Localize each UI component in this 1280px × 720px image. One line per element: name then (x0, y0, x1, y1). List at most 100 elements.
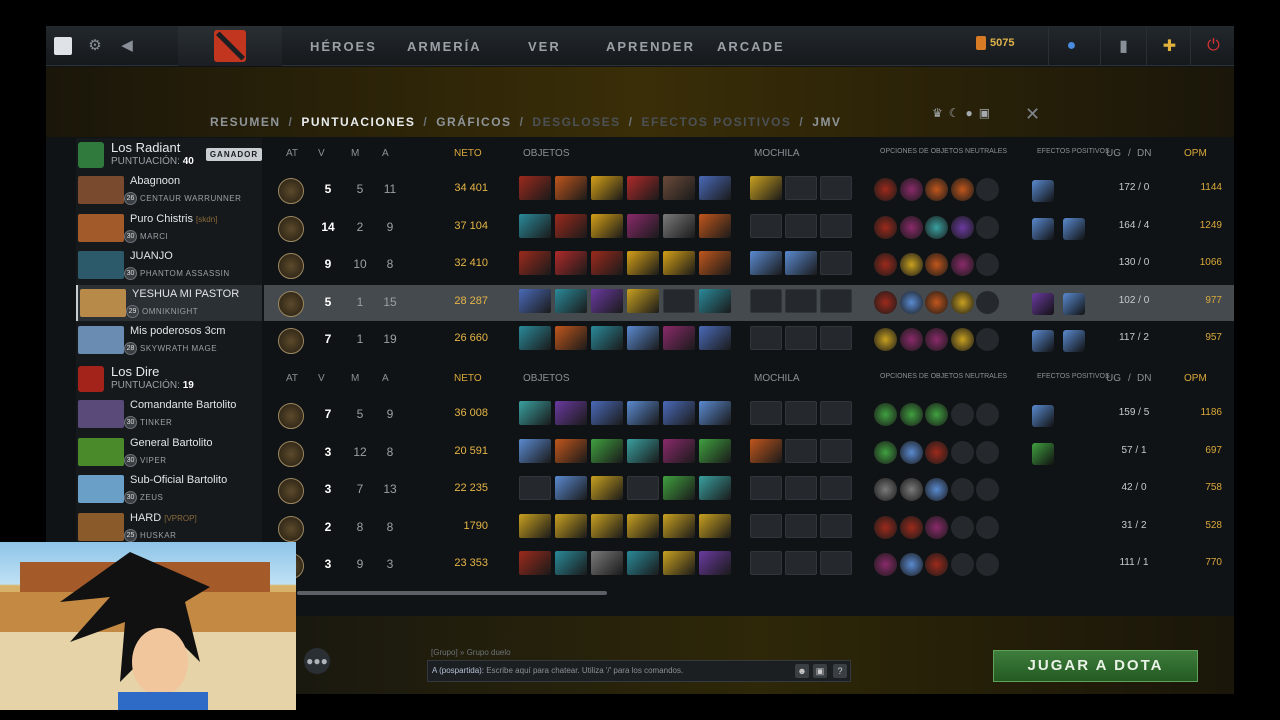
item-slot[interactable] (591, 251, 623, 275)
item-slot[interactable] (663, 551, 695, 575)
neutral-item-option[interactable] (976, 553, 999, 576)
neutral-item-option[interactable] (899, 215, 923, 239)
buff-icon[interactable] (1032, 180, 1054, 202)
backpack-slot[interactable] (750, 438, 782, 463)
backpack-slot[interactable] (785, 551, 817, 575)
backpack-slot[interactable] (750, 213, 782, 238)
neutral-item-option[interactable] (950, 515, 974, 539)
neutral-item-option[interactable] (976, 178, 999, 201)
table-row[interactable]: 2 8 8 1790 31 / 2 528 (264, 510, 1234, 546)
chat-bubble-icon[interactable]: ● (1048, 26, 1094, 66)
neutral-item-option[interactable] (874, 290, 897, 314)
neutral-item-option[interactable] (874, 178, 897, 201)
backpack-slot[interactable] (820, 438, 852, 463)
backpack-slot[interactable] (785, 213, 817, 238)
neutral-item-option[interactable] (976, 440, 999, 464)
party-icon[interactable]: ●●● (304, 648, 330, 674)
tab-graficos[interactable]: GRÁFICOS (436, 115, 511, 129)
backpack-slot[interactable] (785, 438, 817, 463)
item-slot[interactable] (627, 551, 659, 575)
backpack-slot[interactable] (785, 401, 817, 425)
item-slot[interactable] (699, 326, 731, 350)
neutral-item-option[interactable] (950, 478, 974, 501)
neutral-item-option[interactable] (899, 328, 923, 351)
item-slot[interactable] (699, 476, 731, 500)
neutral-item-option[interactable] (976, 515, 999, 539)
item-slot[interactable] (591, 551, 623, 575)
table-row[interactable]: 5 1 15 28 287 102 / 0 977 (264, 284, 1234, 321)
backpack-slot[interactable] (750, 288, 782, 313)
neutral-item-option[interactable] (950, 215, 974, 239)
backpack-slot[interactable] (820, 551, 852, 575)
item-slot[interactable] (591, 401, 623, 425)
tab-resumen[interactable]: RESUMEN (210, 115, 281, 129)
backpack-slot[interactable] (785, 476, 817, 500)
item-slot[interactable] (663, 176, 695, 200)
sidebar-player[interactable]: Sub-Oficial Bartolito 30 ZEUS (76, 471, 262, 507)
neutral-item-option[interactable] (899, 553, 923, 576)
nav-learn[interactable]: APRENDER (606, 26, 695, 66)
item-slot[interactable] (699, 213, 731, 238)
neutral-item-option[interactable] (950, 553, 974, 576)
item-slot[interactable] (555, 438, 587, 463)
item-slot[interactable] (663, 213, 695, 238)
sidebar-player[interactable]: Mis poderosos 3cm 28 SKYWRATH MAGE (76, 322, 262, 358)
sidebar-player[interactable]: Puro Chistris [skdn] 30 MARCI (76, 210, 262, 246)
item-slot[interactable] (519, 251, 551, 275)
neutral-item-option[interactable] (925, 290, 948, 314)
item-slot[interactable] (699, 438, 731, 463)
neutral-item-option[interactable] (950, 178, 974, 201)
item-slot[interactable] (627, 213, 659, 238)
item-slot[interactable] (699, 513, 731, 538)
sidebar-player[interactable]: Abagnoon 26 CENTAUR WARRUNNER (76, 172, 262, 208)
table-row[interactable]: 3 9 3 23 353 111 / 1 770 (264, 547, 1234, 583)
table-row[interactable]: 3 12 8 20 591 57 / 1 697 (264, 435, 1234, 471)
backpack-slot[interactable] (820, 513, 852, 538)
item-slot[interactable] (699, 251, 731, 275)
item-slot[interactable] (627, 476, 659, 500)
backpack-slot[interactable] (820, 326, 852, 350)
drop-icon[interactable]: ● (966, 106, 973, 120)
neutral-item-option[interactable] (925, 253, 948, 276)
item-slot[interactable] (519, 176, 551, 200)
neutral-item-option[interactable] (925, 440, 948, 464)
item-slot[interactable] (519, 288, 551, 313)
backpack-slot[interactable] (785, 176, 817, 200)
neutral-item-option[interactable] (976, 253, 999, 276)
horizontal-scrollbar[interactable] (297, 591, 607, 595)
tab-jmv[interactable]: JMV (812, 115, 841, 129)
sidebar-player[interactable]: Comandante Bartolito 30 TINKER (76, 396, 262, 432)
item-slot[interactable] (663, 513, 695, 538)
plus-icon[interactable]: ✚ (1146, 26, 1192, 66)
backpack-slot[interactable] (750, 251, 782, 275)
neutral-item-option[interactable] (925, 178, 948, 201)
neutral-item-option[interactable] (899, 403, 923, 426)
nav-armory[interactable]: ARMERÍA (407, 26, 482, 66)
nav-heroes[interactable]: HÉROES (310, 26, 377, 66)
table-row[interactable]: 7 1 19 26 660 117 / 2 957 (264, 322, 1234, 358)
backpack-slot[interactable] (750, 513, 782, 538)
backpack-slot[interactable] (820, 213, 852, 238)
item-slot[interactable] (519, 213, 551, 238)
item-slot[interactable] (663, 326, 695, 350)
item-slot[interactable] (519, 438, 551, 463)
buff-icon[interactable] (1032, 330, 1054, 352)
play-dota-button[interactable]: JUGAR A DOTA (993, 650, 1198, 682)
buff-icon[interactable] (1063, 217, 1085, 240)
item-slot[interactable] (555, 251, 587, 275)
buff-icon[interactable] (1032, 405, 1054, 427)
emoji-icon[interactable]: ☻ (795, 664, 809, 678)
item-slot[interactable] (591, 438, 623, 463)
moon-icon[interactable]: ☾ (949, 106, 960, 120)
neutral-item-option[interactable] (899, 515, 923, 539)
power-icon[interactable]: ⏻ (1190, 26, 1234, 66)
item-slot[interactable] (591, 476, 623, 500)
table-row[interactable]: 7 5 9 36 008 159 / 5 1186 (264, 397, 1234, 433)
tab-efectos-positivos[interactable]: EFECTOS POSITIVOS (641, 115, 791, 129)
shards-counter[interactable]: 5075 (976, 36, 1014, 50)
neutral-item-option[interactable] (899, 253, 923, 276)
item-slot[interactable] (627, 401, 659, 425)
backpack-slot[interactable] (820, 288, 852, 313)
neutral-item-option[interactable] (950, 403, 974, 426)
neutral-item-option[interactable] (899, 290, 923, 314)
